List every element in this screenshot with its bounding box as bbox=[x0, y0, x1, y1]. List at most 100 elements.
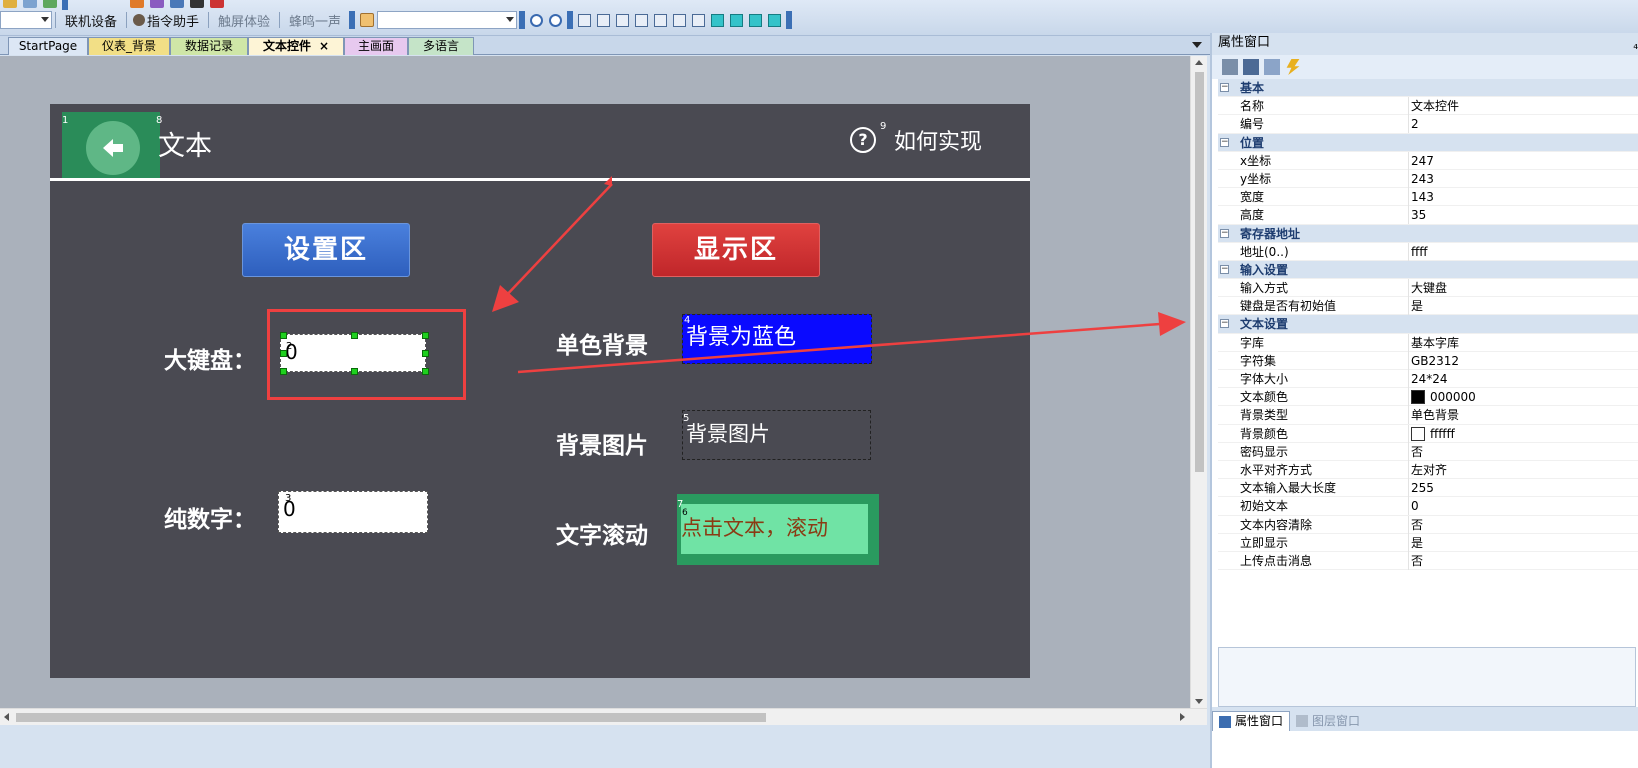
property-row[interactable]: 名称 文本控件 bbox=[1218, 97, 1638, 116]
scroll-thumb[interactable] bbox=[16, 713, 766, 722]
tab-main-screen[interactable]: 主画面 bbox=[344, 37, 408, 55]
scroll-up-icon[interactable] bbox=[1195, 60, 1203, 65]
align-center-h-icon[interactable] bbox=[654, 13, 668, 27]
property-row[interactable]: 背景颜色 ffffff bbox=[1218, 424, 1638, 443]
collapse-icon[interactable]: − bbox=[1220, 319, 1229, 329]
back-button[interactable] bbox=[62, 112, 160, 178]
toolbar-icon[interactable] bbox=[210, 0, 224, 8]
tab-property-window[interactable]: 属性窗口 bbox=[1212, 711, 1291, 731]
numeric-text-field[interactable]: 0 bbox=[278, 491, 428, 533]
pin-icon[interactable]: ₄ bbox=[1633, 35, 1638, 55]
categorized-icon[interactable] bbox=[1222, 59, 1238, 75]
property-value[interactable]: 否 bbox=[1408, 515, 1423, 534]
tab-data-record[interactable]: 数据记录 bbox=[170, 37, 248, 55]
tab-text-control[interactable]: 文本控件 × bbox=[248, 37, 344, 55]
property-value[interactable]: 是 bbox=[1408, 533, 1423, 552]
toolbar-grip[interactable] bbox=[567, 11, 574, 29]
property-value[interactable]: 143 bbox=[1408, 188, 1434, 207]
layer-back-icon[interactable] bbox=[730, 13, 744, 27]
page-title[interactable]: 文本 bbox=[158, 124, 212, 163]
property-value[interactable]: 左对齐 bbox=[1408, 460, 1447, 479]
sort-alpha-icon[interactable] bbox=[1243, 59, 1259, 75]
scroll-right-icon[interactable] bbox=[1180, 713, 1185, 721]
category-register-address[interactable]: − 寄存器地址 bbox=[1218, 224, 1638, 243]
property-value[interactable]: 0 bbox=[1408, 497, 1419, 516]
property-value[interactable]: 否 bbox=[1408, 551, 1423, 570]
align-bottom-icon[interactable] bbox=[635, 13, 649, 27]
collapse-icon[interactable]: − bbox=[1220, 228, 1229, 238]
close-icon[interactable]: × bbox=[319, 39, 329, 53]
property-row[interactable]: 宽度 143 bbox=[1218, 188, 1638, 207]
align-center-v-icon[interactable] bbox=[673, 13, 687, 27]
beep-button[interactable]: 蜂鸣一声 bbox=[283, 11, 347, 30]
property-row[interactable]: 编号 2 bbox=[1218, 115, 1638, 134]
property-value[interactable]: GB2312 bbox=[1408, 351, 1459, 370]
tab-startpage[interactable]: StartPage bbox=[8, 37, 88, 55]
property-value[interactable]: 否 bbox=[1408, 442, 1423, 461]
tab-layer-window[interactable]: 图层窗口 bbox=[1290, 711, 1366, 731]
toolbar-grip[interactable] bbox=[62, 0, 68, 10]
text-scroll-button[interactable]: 点击文本，滚动 bbox=[677, 494, 879, 565]
tab-meter-background[interactable]: 仪表_背景 bbox=[88, 37, 170, 55]
solid-background-text[interactable]: 背景为蓝色 bbox=[682, 314, 872, 364]
property-value[interactable]: ffff bbox=[1408, 242, 1428, 261]
layer-front-icon[interactable] bbox=[711, 13, 725, 27]
category-text-settings[interactable]: − 文本设置 bbox=[1218, 315, 1638, 334]
property-value[interactable]: 单色背景 bbox=[1408, 406, 1459, 425]
vertical-scrollbar[interactable] bbox=[1190, 56, 1207, 708]
property-value[interactable]: 255 bbox=[1408, 479, 1434, 498]
property-value[interactable]: ffffff bbox=[1408, 424, 1455, 443]
tab-multilanguage[interactable]: 多语言 bbox=[408, 37, 474, 55]
property-row[interactable]: 文本颜色 000000 bbox=[1218, 388, 1638, 407]
toolbar-icon[interactable] bbox=[3, 0, 17, 8]
setup-area-button[interactable]: 设置区 bbox=[242, 223, 410, 277]
align-left-icon[interactable] bbox=[578, 13, 592, 27]
property-row[interactable]: y坐标 243 bbox=[1218, 169, 1638, 189]
property-row[interactable]: x坐标 247 bbox=[1218, 151, 1638, 170]
property-row[interactable]: 字符集 GB2312 bbox=[1218, 351, 1638, 370]
toolbar-icon[interactable] bbox=[130, 0, 144, 8]
online-device-button[interactable]: 联机设备 bbox=[59, 11, 123, 30]
property-row[interactable]: 输入方式 大键盘 bbox=[1218, 279, 1638, 298]
property-value[interactable]: 大键盘 bbox=[1408, 279, 1447, 298]
property-value[interactable]: 247 bbox=[1408, 151, 1434, 170]
toolbar-grip[interactable] bbox=[519, 11, 526, 29]
command-assistant-button[interactable]: 指令助手 bbox=[147, 11, 205, 30]
property-pages-icon[interactable] bbox=[1264, 59, 1280, 75]
toolbar-icon[interactable] bbox=[23, 0, 37, 8]
scroll-thumb[interactable] bbox=[1195, 72, 1204, 472]
collapse-icon[interactable]: − bbox=[1220, 264, 1229, 274]
property-value[interactable]: 2 bbox=[1408, 115, 1419, 134]
property-row[interactable]: 高度 35 bbox=[1218, 206, 1638, 225]
tab-list-dropdown-icon[interactable] bbox=[1192, 42, 1202, 48]
align-top-icon[interactable] bbox=[597, 13, 611, 27]
screen-icon[interactable] bbox=[360, 13, 375, 27]
scroll-text[interactable]: 点击文本，滚动 bbox=[681, 504, 868, 554]
layer-up-icon[interactable] bbox=[749, 13, 763, 27]
property-value[interactable]: 243 bbox=[1408, 169, 1434, 188]
property-row[interactable]: 背景类型 单色背景 bbox=[1218, 406, 1638, 425]
touch-experience-button[interactable]: 触屏体验 bbox=[212, 11, 276, 30]
property-row[interactable]: 初始文本 0 bbox=[1218, 497, 1638, 516]
toolbar-icon[interactable] bbox=[170, 0, 184, 8]
lightning-icon[interactable] bbox=[1286, 59, 1300, 75]
toolbar-grip[interactable] bbox=[349, 11, 356, 29]
device-combo[interactable] bbox=[0, 11, 52, 29]
toolbar-icon[interactable] bbox=[43, 0, 57, 8]
display-area-button[interactable]: 显示区 bbox=[652, 223, 820, 277]
property-value[interactable]: 文本控件 bbox=[1408, 97, 1459, 116]
collapse-icon[interactable]: − bbox=[1220, 137, 1229, 147]
property-value[interactable]: 基本字库 bbox=[1408, 333, 1459, 352]
property-row[interactable]: 立即显示 是 bbox=[1218, 533, 1638, 552]
property-row[interactable]: 文本输入最大长度 255 bbox=[1218, 479, 1638, 498]
distribute-icon[interactable] bbox=[692, 13, 706, 27]
property-value[interactable]: 000000 bbox=[1408, 388, 1476, 407]
screen-combo[interactable] bbox=[377, 11, 518, 29]
property-value[interactable]: 24*24 bbox=[1408, 370, 1448, 388]
property-value[interactable]: 35 bbox=[1408, 206, 1426, 225]
scroll-down-icon[interactable] bbox=[1195, 699, 1203, 704]
zoom-out-icon[interactable] bbox=[530, 13, 544, 27]
layer-down-icon[interactable] bbox=[768, 13, 782, 27]
property-row[interactable]: 文本内容清除 否 bbox=[1218, 515, 1638, 534]
property-row[interactable]: 上传点击消息 否 bbox=[1218, 551, 1638, 571]
